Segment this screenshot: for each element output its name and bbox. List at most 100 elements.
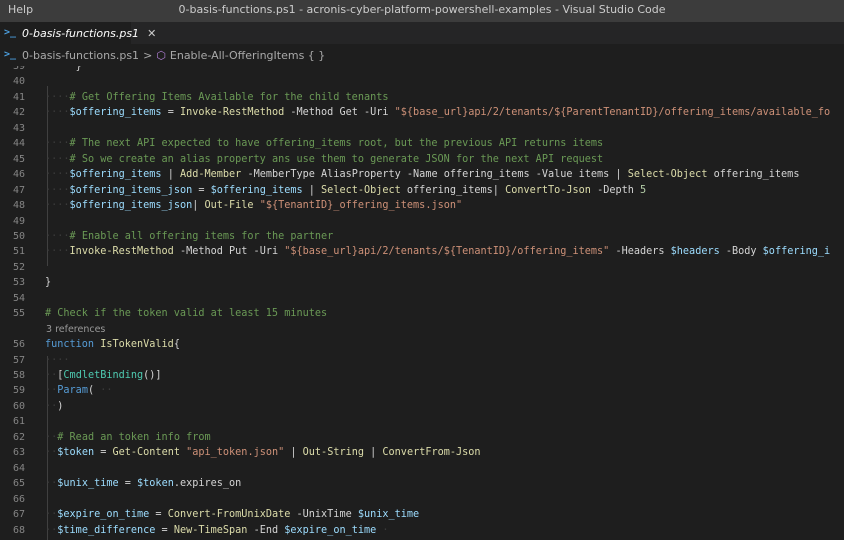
code-token: -Headers	[609, 246, 671, 258]
code-line: 43	[0, 121, 844, 137]
code-token: ····	[45, 138, 70, 150]
line-number: 64	[12, 462, 25, 474]
breadcrumb-symbol[interactable]: Enable-All-OfferingItems { }	[170, 49, 325, 62]
line-code: ····$offering_items = Invoke-RestMethod …	[45, 105, 830, 121]
code-token: ··	[45, 524, 58, 536]
code-token: ····	[45, 246, 70, 258]
line-code: }	[45, 275, 51, 291]
code-token: $expire_on_time	[57, 509, 150, 521]
code-token: Convert-FromUnixDate	[167, 509, 291, 521]
line-number: 51	[12, 246, 25, 258]
code-token: ····	[45, 200, 70, 212]
code-line: 53}	[0, 275, 844, 291]
code-token: |	[161, 169, 180, 181]
line-code: ····# Enable all offering items for the …	[45, 229, 333, 245]
code-line: 63 ··$token = Get-Content "api_token.json…	[0, 445, 844, 461]
line-number: 54	[12, 292, 25, 304]
line-code: ··$unix_time = $token.expires_on	[45, 476, 241, 492]
code-token: ()]	[143, 370, 162, 381]
code-token: ··	[94, 385, 113, 397]
code-line: 57 ····	[0, 353, 844, 369]
code-token: ··	[45, 400, 58, 412]
code-token: ····	[45, 91, 70, 103]
line-number: 59	[12, 385, 25, 397]
line-number: 60	[12, 400, 25, 412]
code-token: $token	[57, 447, 95, 459]
code-token: Invoke-RestMethod	[69, 246, 174, 258]
code-token: IsTokenValid	[100, 339, 174, 351]
code-line: 49	[0, 214, 844, 230]
code-line: 61	[0, 414, 844, 430]
tab-0-basis-functions[interactable]: >_ 0-basis-functions.ps1 ✕	[0, 22, 156, 44]
code-token: -Body	[719, 246, 763, 258]
code-line: 60 ··)	[0, 399, 844, 415]
line-code: ····# So we create an alias property ans…	[45, 152, 603, 168]
code-token: # Check if the token valid at least 15 m…	[45, 308, 328, 320]
line-code: ··$expire_on_time = Convert-FromUnixDate…	[45, 507, 419, 523]
code-token: # Get Offering Items Available for the c…	[69, 91, 389, 103]
line-number: 66	[12, 493, 25, 505]
line-number: 63	[12, 447, 25, 459]
tab-bar: >_ 0-basis-functions.ps1 ✕	[0, 22, 844, 44]
line-code: ····$offering_items | Add-Member -Member…	[45, 167, 799, 183]
line-number: 50	[12, 230, 25, 242]
code-token: $unix_time	[57, 478, 119, 490]
line-number: 61	[12, 416, 25, 428]
code-line: 46 ····$offering_items | Add-Member -Memb…	[0, 167, 844, 183]
code-token: |	[302, 184, 322, 196]
code-token: $expire_on_time	[284, 524, 377, 536]
code-token: -Method Put -Uri	[173, 246, 285, 258]
line-number: 41	[12, 91, 25, 103]
code-token: "api_token.json"	[186, 447, 285, 459]
code-token: =	[192, 184, 211, 196]
code-token: function	[45, 339, 95, 351]
code-token: }	[75, 66, 82, 72]
code-token: |	[284, 447, 303, 459]
code-token: ····	[45, 354, 70, 366]
code-editor[interactable]: 39 ··} 40 41 ····# Get Offering Items Avail…	[0, 66, 844, 540]
line-number: 40	[12, 76, 25, 88]
code-line: 56 function IsTokenValid{	[0, 337, 844, 353]
code-token: -Method Get -Uri	[284, 107, 395, 119]
line-number: 44	[12, 138, 25, 150]
code-token: Param	[57, 385, 88, 397]
method-icon: ⬡	[156, 48, 166, 62]
window-title: 0-basis-functions.ps1 - acronis-cyber-pl…	[178, 3, 666, 16]
code-line: 39 ··}	[0, 66, 844, 75]
line-number: 55	[12, 308, 25, 320]
code-token: 5	[640, 184, 647, 196]
codelens-label[interactable]: 3 references	[46, 322, 105, 338]
code-token: ··	[45, 431, 58, 443]
line-number: 65	[12, 478, 25, 490]
code-token: |	[364, 447, 383, 459]
code-token: ····	[45, 230, 70, 242]
code-line: 59 ··Param( ··	[0, 383, 844, 399]
line-number: 53	[12, 277, 25, 289]
code-token: $offering_items	[69, 169, 162, 181]
breadcrumb-file[interactable]: 0-basis-functions.ps1	[22, 49, 139, 62]
code-token: =	[94, 447, 113, 459]
line-number: 58	[12, 370, 25, 381]
code-line: 64	[0, 461, 844, 477]
code-token: .expires_on	[173, 478, 242, 490]
codelens-references[interactable]: 3 references	[0, 322, 844, 338]
title-bar: Help 0-basis-functions.ps1 - acronis-cyb…	[0, 0, 844, 22]
code-token: CmdletBinding	[63, 370, 144, 381]
code-token: -Depth	[590, 184, 641, 196]
code-line: 58 ··[CmdletBinding()]	[0, 368, 844, 384]
line-code: ··}	[45, 66, 82, 75]
code-line: 44 ····# The next API expected to have of…	[0, 136, 844, 152]
code-token: Invoke-RestMethod	[179, 107, 285, 119]
close-icon[interactable]: ✕	[147, 27, 156, 40]
code-token: New-TimeSpan	[173, 524, 248, 536]
code-token: )	[57, 400, 64, 412]
line-number: 67	[12, 509, 25, 521]
code-token: }	[45, 277, 52, 289]
line-code: ····# The next API expected to have offe…	[45, 136, 603, 152]
code-token: Out-String	[302, 447, 364, 459]
code-line: 42 ····$offering_items = Invoke-RestMetho…	[0, 105, 844, 121]
line-number: 57	[12, 354, 25, 366]
line-number: 42	[12, 107, 25, 119]
code-token: "${base_url}api/2/tenants/${TenantID}/of…	[284, 246, 610, 258]
code-token: $offering_i	[762, 246, 831, 258]
